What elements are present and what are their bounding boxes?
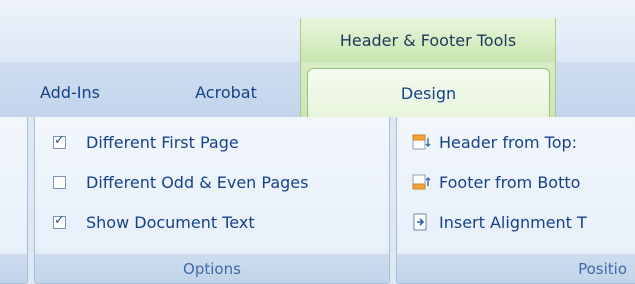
tab-acrobat[interactable]: Acrobat (168, 70, 284, 114)
options-group: Different First Page Different Odd & Eve… (34, 117, 390, 284)
checked-box-icon[interactable] (53, 213, 66, 229)
header-from-top-label: Header from Top: (439, 132, 578, 152)
checked-box-icon[interactable] (53, 133, 66, 149)
insert-alignment-tab-label: Insert Alignment T (439, 212, 587, 232)
alignment-tab-icon (413, 213, 427, 231)
insert-alignment-tab-button[interactable]: Insert Alignment T (411, 207, 587, 237)
header-position-icon (412, 134, 431, 150)
footer-from-bottom-label: Footer from Botto (439, 172, 581, 192)
different-first-page-checkbox[interactable]: Different First Page (53, 127, 308, 157)
tab-add-ins[interactable]: Add-Ins (18, 70, 122, 114)
different-odd-even-pages-checkbox[interactable]: Different Odd & Even Pages (53, 167, 308, 197)
checkbox-label: Show Document Text (86, 212, 255, 232)
unchecked-box-icon[interactable] (53, 175, 66, 189)
tab-design[interactable]: Design (307, 68, 550, 117)
previous-group (0, 117, 28, 284)
position-group: Header from Top: Footer from Botto Inser… (396, 117, 635, 284)
header-from-top-control[interactable]: Header from Top: (411, 127, 587, 157)
contextual-tab-group-label: Header & Footer Tools (339, 30, 517, 50)
checkbox-label: Different Odd & Even Pages (86, 172, 309, 192)
options-group-title: Options (35, 254, 389, 283)
show-document-text-checkbox[interactable]: Show Document Text (53, 207, 308, 237)
previous-group-footer (0, 254, 27, 283)
checkbox-label: Different First Page (86, 132, 239, 152)
footer-from-bottom-control[interactable]: Footer from Botto (411, 167, 587, 197)
footer-position-icon (412, 174, 431, 190)
position-group-title: Positio (397, 254, 635, 283)
